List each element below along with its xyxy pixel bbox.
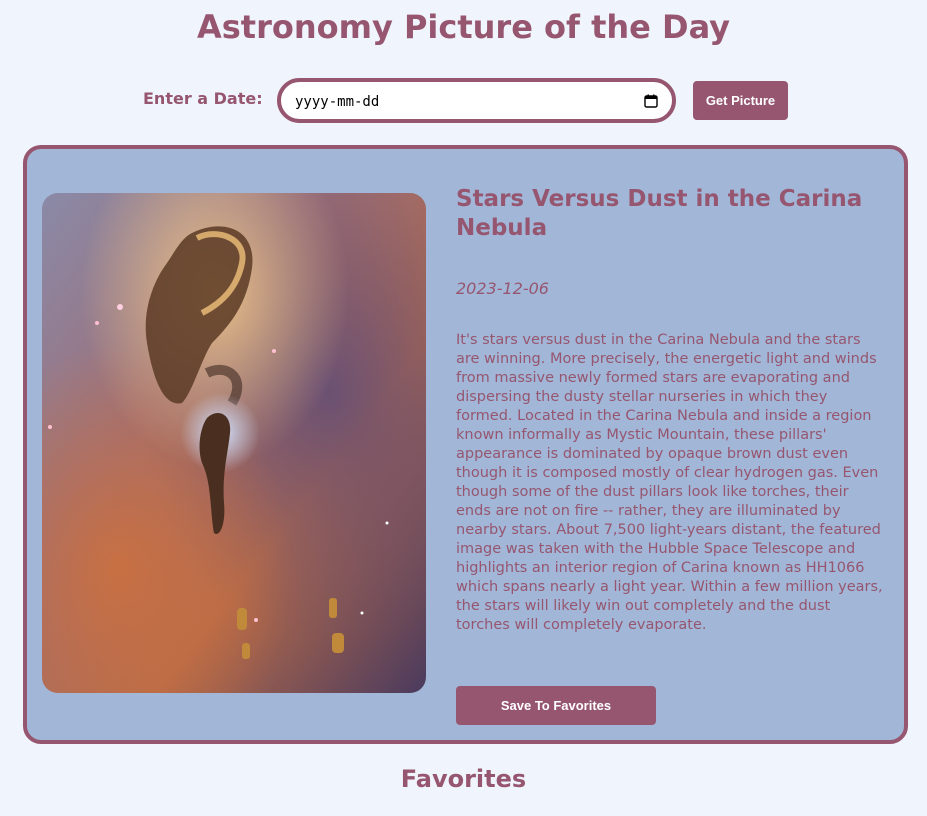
calendar-icon[interactable] [644, 94, 658, 108]
apod-explanation: It's stars versus dust in the Carina Neb… [456, 332, 883, 633]
apod-image [42, 193, 426, 693]
favorites-heading: Favorites [400, 765, 527, 793]
date-input[interactable]: yyyy-mm-dd [277, 78, 676, 123]
date-input-placeholder: yyyy-mm-dd [295, 94, 380, 110]
apod-title: Stars Versus Dust in the Carina Nebula [456, 186, 863, 241]
date-label: Enter a Date: [143, 89, 263, 108]
save-to-favorites-button[interactable]: Save To Favorites [456, 686, 656, 725]
get-picture-button[interactable]: Get Picture [693, 81, 788, 120]
apod-date: 2023-12-06 [456, 279, 549, 298]
apod-card: Stars Versus Dust in the Carina Nebula 2… [23, 145, 908, 744]
page-title: Astronomy Picture of the Day [196, 8, 731, 46]
